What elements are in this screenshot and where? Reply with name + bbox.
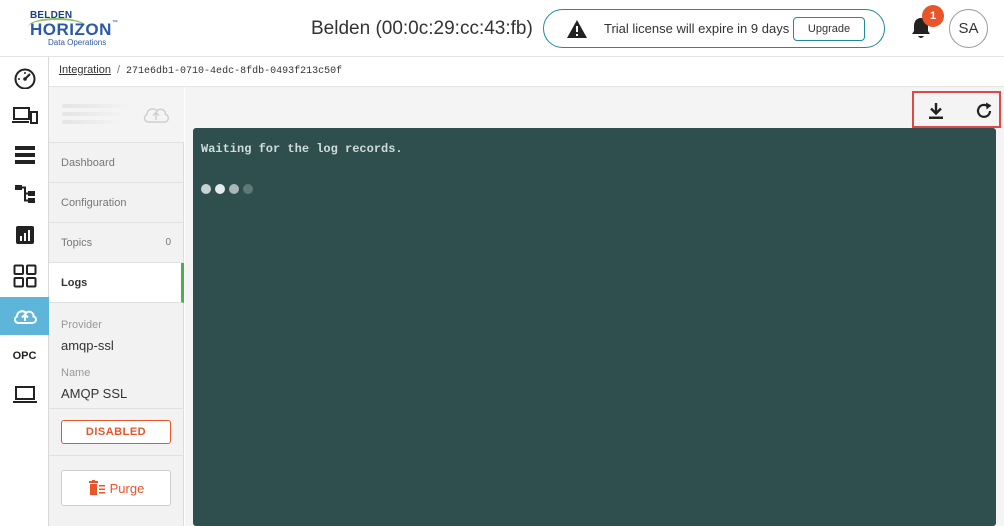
placeholder-bar bbox=[62, 104, 132, 108]
hierarchy-icon bbox=[14, 185, 35, 203]
topics-count: 0 bbox=[165, 237, 171, 248]
user-avatar[interactable]: SA bbox=[949, 9, 988, 48]
nav-topics[interactable]: Topics 0 bbox=[49, 223, 184, 263]
integration-side-panel: Dashboard Configuration Topics 0 Logs Pr… bbox=[49, 87, 184, 526]
loading-dot bbox=[229, 184, 239, 194]
left-rail-nav: OPC bbox=[0, 57, 49, 526]
breadcrumb-integration-link[interactable]: Integration bbox=[59, 64, 111, 76]
app-header: BELDEN HORIZON™ Data Operations Belden (… bbox=[0, 0, 1004, 57]
nav-configuration[interactable]: Configuration bbox=[49, 183, 184, 223]
loading-dot bbox=[243, 184, 253, 194]
panel-header-placeholder bbox=[49, 87, 184, 143]
cloud-upload-icon bbox=[13, 310, 37, 324]
trial-license-banner: Trial license will expire in 9 days Upgr… bbox=[543, 9, 885, 48]
trash-icon bbox=[88, 480, 105, 495]
logo-line2: HORIZON™ bbox=[30, 20, 119, 39]
breadcrumb: Integration / 271e6db1-0710-4edc-8fdb-0493… bbox=[59, 64, 342, 77]
warning-icon bbox=[567, 20, 587, 38]
breadcrumb-current: 271e6db1-0710-4edc-8fdb-0493f213c50f bbox=[126, 66, 343, 77]
log-console[interactable]: Waiting for the log records. bbox=[193, 128, 996, 526]
nav-dashboard-label: Dashboard bbox=[61, 156, 115, 169]
divider bbox=[49, 408, 184, 409]
name-value: AMQP SSL bbox=[61, 386, 128, 401]
rail-item-apps[interactable] bbox=[0, 257, 49, 295]
placeholder-bar bbox=[62, 112, 127, 116]
rail-item-opc[interactable]: OPC bbox=[0, 337, 49, 375]
rail-item-list[interactable] bbox=[0, 136, 49, 174]
rail-item-integration[interactable] bbox=[0, 297, 49, 335]
rail-item-computer[interactable] bbox=[0, 376, 49, 414]
nav-configuration-label: Configuration bbox=[61, 196, 127, 209]
breadcrumb-separator: / bbox=[116, 64, 121, 76]
nav-logs-label: Logs bbox=[61, 276, 88, 289]
upgrade-button[interactable]: Upgrade bbox=[793, 17, 865, 41]
device-title: Belden (00:0c:29:cc:43:fb) bbox=[311, 18, 533, 39]
refresh-icon bbox=[976, 102, 992, 118]
cloud-upload-icon bbox=[143, 108, 170, 123]
logo-line3: Data Operations bbox=[48, 38, 107, 47]
rail-item-devices[interactable] bbox=[0, 97, 49, 135]
rail-item-hierarchy[interactable] bbox=[0, 175, 49, 213]
logs-main-area: Waiting for the log records. bbox=[185, 87, 1004, 526]
speedometer-icon bbox=[14, 68, 35, 89]
rail-item-dashboard[interactable] bbox=[0, 59, 49, 97]
provider-label: Provider bbox=[61, 319, 102, 331]
list-icon bbox=[14, 146, 35, 164]
download-button[interactable] bbox=[924, 99, 948, 123]
console-waiting-text: Waiting for the log records. bbox=[201, 142, 403, 156]
log-toolbar bbox=[912, 91, 1001, 128]
notification-count-badge: 1 bbox=[922, 5, 944, 27]
loading-dot bbox=[201, 184, 211, 194]
refresh-button[interactable] bbox=[972, 99, 996, 123]
nav-dashboard[interactable]: Dashboard bbox=[49, 143, 184, 183]
name-label: Name bbox=[61, 367, 91, 379]
nav-logs[interactable]: Logs bbox=[49, 263, 184, 303]
purge-button[interactable]: Purge bbox=[61, 470, 171, 506]
divider bbox=[49, 455, 184, 456]
download-icon bbox=[929, 103, 943, 119]
laptop-icon bbox=[12, 386, 37, 403]
trial-message: Trial license will expire in 9 days bbox=[604, 21, 790, 36]
provider-value: amqp-ssl bbox=[61, 338, 114, 353]
rail-item-analytics[interactable] bbox=[0, 216, 49, 254]
purge-label: Purge bbox=[109, 480, 145, 496]
placeholder-bar bbox=[62, 120, 122, 124]
rail-opc-label: OPC bbox=[12, 350, 37, 362]
chart-icon bbox=[15, 226, 34, 244]
grid-icon bbox=[13, 264, 36, 288]
nav-topics-label: Topics bbox=[61, 236, 93, 249]
status-badge: DISABLED bbox=[61, 420, 171, 444]
devices-icon bbox=[11, 107, 38, 124]
belden-horizon-logo[interactable]: BELDEN HORIZON™ Data Operations bbox=[28, 10, 120, 50]
loading-dots bbox=[201, 184, 253, 194]
loading-dot bbox=[215, 184, 225, 194]
